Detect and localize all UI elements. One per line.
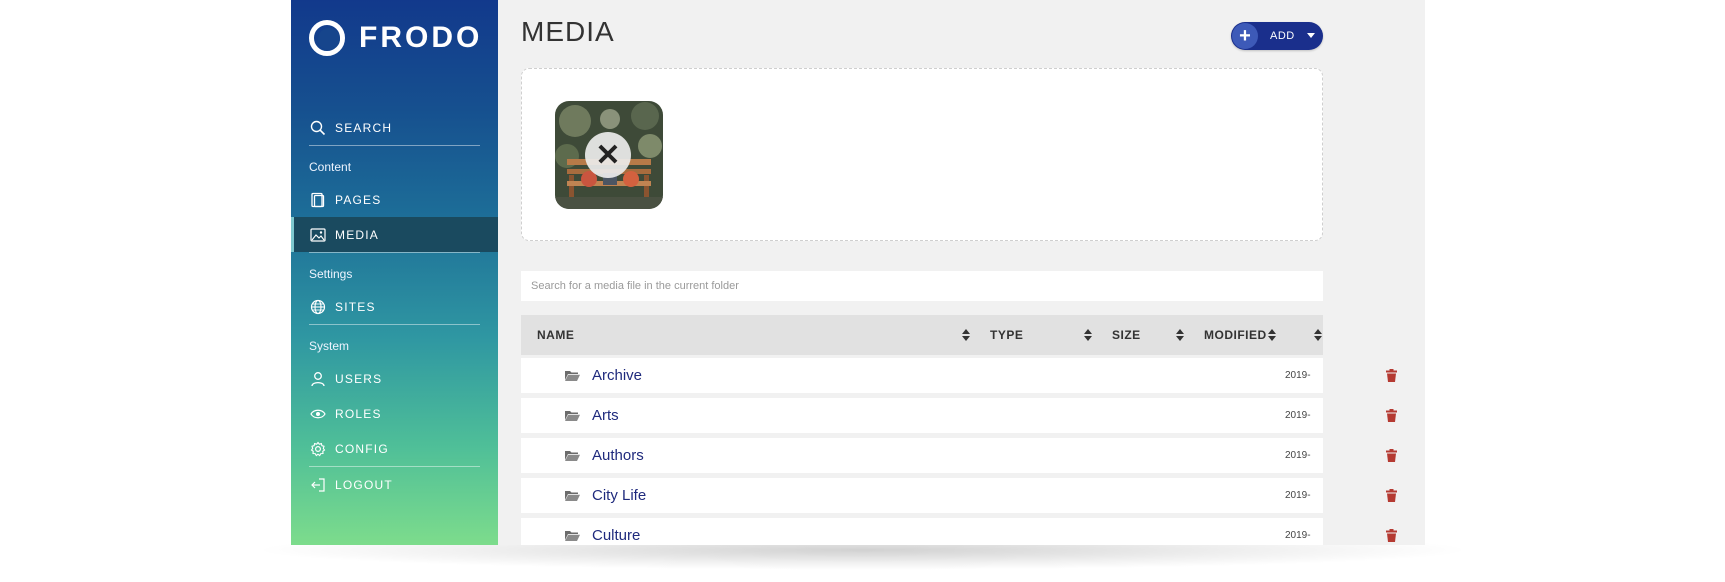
nav-group-label: Content: [309, 160, 352, 174]
table-row[interactable]: Authors 2019-03-11: [521, 438, 1397, 496]
main-content: MEDIA + ADD ✕ Search for a media file in…: [498, 0, 1425, 545]
gear-icon: [309, 440, 327, 458]
sidebar-item-label: LOGOUT: [335, 477, 393, 492]
image-icon: [309, 226, 327, 244]
table-row[interactable]: Archive 2019-06-21: [521, 358, 1397, 416]
sidebar-nav: SEARCH Content PAGES MEDIA Settings SITE…: [291, 110, 498, 502]
sidebar-item-label: MEDIA: [335, 227, 380, 242]
sidebar-item-label: SEARCH: [335, 120, 393, 135]
sidebar: FRODO SEARCH Content PAGES MEDIA Setting…: [291, 0, 498, 545]
logout-icon: [309, 476, 327, 494]
trash-icon[interactable]: [1386, 409, 1397, 422]
folder-open-icon: [565, 451, 580, 461]
column-label: MODIFIED: [1204, 328, 1267, 342]
table-header: NAME TYPE SIZE MODIFIED: [521, 315, 1323, 355]
column-label: TYPE: [990, 328, 1024, 342]
column-label: SIZE: [1112, 328, 1141, 342]
modified-date: 2019-06-21: [1285, 370, 1311, 416]
sort-icon[interactable]: [1176, 329, 1184, 341]
chevron-down-icon[interactable]: [1307, 33, 1315, 38]
sidebar-item-pages[interactable]: PAGES: [291, 182, 498, 217]
column-header-type[interactable]: TYPE: [990, 315, 1023, 355]
column-header-size[interactable]: SIZE: [1112, 315, 1141, 355]
modified-date: 2019-03-11: [1285, 410, 1311, 456]
app-window: FRODO SEARCH Content PAGES MEDIA Setting…: [291, 0, 1425, 545]
upload-dropzone[interactable]: ✕: [521, 68, 1323, 241]
sort-icon[interactable]: [1268, 329, 1276, 341]
folder-link[interactable]: Authors: [592, 438, 644, 473]
sidebar-item-logout[interactable]: LOGOUT: [291, 467, 498, 502]
trash-icon[interactable]: [1386, 529, 1397, 542]
table-row[interactable]: City Life 2019-03-11: [521, 478, 1397, 536]
sidebar-item-sites[interactable]: SITES: [291, 289, 498, 324]
logo-ring-icon: [309, 20, 345, 56]
sidebar-item-label: USERS: [335, 371, 383, 386]
sidebar-item-label: CONFIG: [335, 441, 389, 456]
folder-link[interactable]: Arts: [592, 398, 619, 433]
trash-icon[interactable]: [1386, 449, 1397, 462]
modified-date: 2019-03-11: [1285, 490, 1311, 536]
globe-icon: [309, 298, 327, 316]
media-search-input[interactable]: [521, 271, 1323, 301]
sidebar-item-config[interactable]: CONFIG: [291, 431, 498, 466]
modified-date: 2019-03-11: [1285, 450, 1311, 496]
sidebar-item-label: SITES: [335, 299, 376, 314]
sidebar-item-roles[interactable]: ROLES: [291, 396, 498, 431]
column-header-modified[interactable]: MODIFIED: [1204, 315, 1267, 355]
media-thumbnail[interactable]: ✕: [555, 101, 663, 209]
remove-icon[interactable]: ✕: [585, 132, 631, 178]
table-row[interactable]: Arts 2019-03-11: [521, 398, 1397, 456]
folder-open-icon: [565, 531, 580, 541]
table-row[interactable]: Culture 2019-03-11: [521, 518, 1397, 545]
modified-date: 2019-03-11: [1285, 530, 1311, 541]
column-header-name[interactable]: NAME: [537, 315, 574, 355]
pages-icon: [309, 191, 327, 209]
sidebar-item-label: PAGES: [335, 192, 382, 207]
sort-icon[interactable]: [962, 329, 970, 341]
user-icon: [309, 370, 327, 388]
brand-name: FRODO: [359, 21, 483, 54]
nav-group-label: System: [309, 339, 350, 353]
search-icon: [309, 119, 327, 137]
logo[interactable]: FRODO: [309, 20, 482, 56]
sidebar-item-users[interactable]: USERS: [291, 361, 498, 396]
column-label: NAME: [537, 328, 575, 342]
folder-link[interactable]: Archive: [592, 358, 642, 393]
folder-link[interactable]: Culture: [592, 518, 640, 545]
sort-icon[interactable]: [1314, 329, 1322, 341]
add-button[interactable]: + ADD: [1231, 22, 1323, 50]
folder-link[interactable]: City Life: [592, 478, 646, 513]
folder-open-icon: [565, 371, 580, 381]
plus-icon: +: [1232, 23, 1258, 49]
sidebar-item-label: ROLES: [335, 406, 382, 421]
folder-open-icon: [565, 411, 580, 421]
page-title: MEDIA: [521, 16, 615, 47]
trash-icon[interactable]: [1386, 489, 1397, 502]
add-button-label: ADD: [1270, 30, 1295, 42]
nav-group-label: Settings: [309, 267, 353, 281]
eye-icon: [309, 405, 327, 423]
sidebar-item-media[interactable]: MEDIA: [291, 217, 498, 252]
sort-icon[interactable]: [1084, 329, 1092, 341]
folder-open-icon: [565, 491, 580, 501]
trash-icon[interactable]: [1386, 369, 1397, 382]
sidebar-item-search[interactable]: SEARCH: [291, 110, 498, 145]
